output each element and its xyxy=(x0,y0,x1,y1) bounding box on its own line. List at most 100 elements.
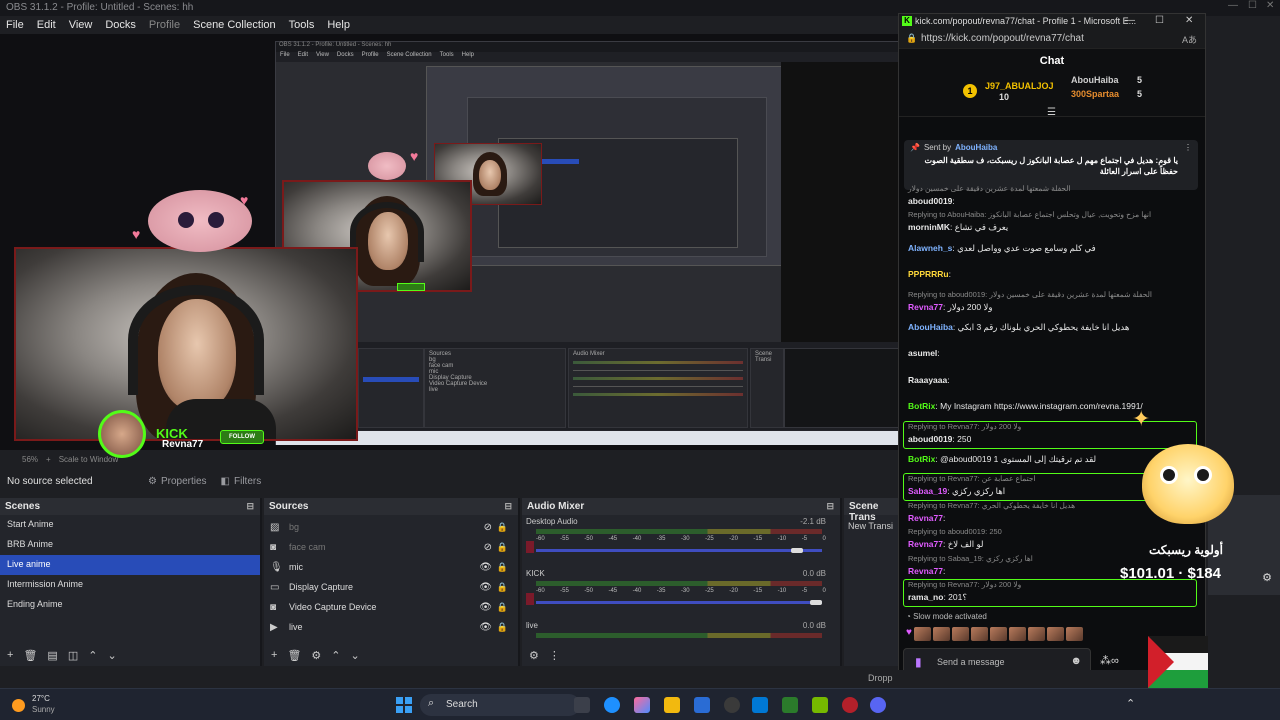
app-icon[interactable] xyxy=(842,697,858,713)
eye-hidden-icon[interactable]: ⊘ xyxy=(484,542,492,553)
heart-emote-icon[interactable]: ♥ xyxy=(906,627,912,641)
windows-start-icon[interactable] xyxy=(396,697,412,713)
menu-view[interactable]: View xyxy=(69,19,93,31)
source-item[interactable]: ▶ live 👁 🔒 xyxy=(264,617,518,637)
source-item[interactable]: ▭ Display Capture 👁 🔒 xyxy=(264,577,518,597)
chat-username[interactable]: Revna77 xyxy=(908,302,943,312)
source-item[interactable]: 🎙 mic 👁 🔒 xyxy=(264,557,518,577)
move-up-icon[interactable]: ⌃ xyxy=(88,649,97,662)
menu-docks[interactable]: Docks xyxy=(105,19,136,31)
tray-chevron-icon[interactable]: ⌃ xyxy=(1126,697,1135,710)
eye-icon[interactable]: 👁 xyxy=(479,602,492,613)
emote[interactable] xyxy=(951,627,969,641)
pinned-sender[interactable]: AbouHaiba xyxy=(955,143,997,152)
chat-username[interactable]: PPPRRRu xyxy=(908,269,949,279)
menu-edit[interactable]: Edit xyxy=(37,19,56,31)
fader-handle[interactable] xyxy=(790,548,803,553)
emote[interactable] xyxy=(989,627,1007,641)
lock-icon[interactable]: 🔒 xyxy=(497,622,508,633)
eye-icon[interactable]: 👁 xyxy=(479,582,492,593)
read-aloud-icon[interactable]: Aあ xyxy=(1182,33,1197,46)
file-explorer-icon[interactable] xyxy=(664,697,680,713)
menu-tools[interactable]: Tools xyxy=(289,19,315,31)
chat-username[interactable]: Alawneh_s xyxy=(908,243,952,253)
store-icon[interactable] xyxy=(694,697,710,713)
move-down-icon[interactable]: ⌄ xyxy=(107,649,116,662)
source-item[interactable]: ◙ Video Capture Device 👁 🔒 xyxy=(264,597,518,617)
mute-icon[interactable] xyxy=(526,541,534,553)
leader-2-name[interactable]: AbouHaiba xyxy=(1071,75,1119,85)
reply-context[interactable]: Replying to aboud0019: 250 xyxy=(908,527,1002,536)
edge-browser-icon[interactable] xyxy=(604,697,620,713)
reply-context[interactable]: Replying to Sabaa_19: اها ركزي ركزي xyxy=(908,554,1033,563)
discord-icon[interactable] xyxy=(870,697,886,713)
reply-context[interactable]: Replying to Revna77: هديل انا خايفة يحطو… xyxy=(908,501,1075,510)
emote[interactable] xyxy=(1046,627,1064,641)
source-item[interactable]: ▨ bg ⊘ 🔒 xyxy=(264,517,518,537)
reply-context[interactable]: Replying to Revna77: ولا 200 دولار xyxy=(908,580,1021,589)
scene-filters-icon[interactable]: ▤ xyxy=(47,649,57,662)
mute-icon[interactable] xyxy=(526,593,534,605)
scene-item[interactable]: Ending Anime xyxy=(0,595,260,615)
leader-3-name[interactable]: 300Spartaa xyxy=(1071,89,1119,99)
minimize-icon[interactable]: — xyxy=(1125,15,1135,26)
leader-1-name[interactable]: J97_ABUALJOJ xyxy=(985,81,1054,91)
scene-item[interactable]: BRB Anime xyxy=(0,535,260,555)
scale-mode[interactable]: Scale to Window xyxy=(59,455,119,464)
reply-context[interactable]: Replying to AbouHaiba: انها مزح وتحويت, … xyxy=(908,210,1151,219)
chat-username[interactable]: aboud0019 xyxy=(908,196,952,206)
remove-scene-icon[interactable]: 🗑 xyxy=(23,649,37,662)
chat-username[interactable]: aboud0019 xyxy=(908,434,952,444)
reply-context[interactable]: Replying to aboud0019: الحفلة شمعتها لمد… xyxy=(908,290,1152,299)
lock-icon[interactable]: 🔒 xyxy=(497,522,508,533)
zoom-plus-icon[interactable]: + xyxy=(46,455,51,464)
scene-item[interactable]: Start Anime xyxy=(0,515,260,535)
chat-username[interactable]: BotRix xyxy=(908,454,935,464)
menu-file[interactable]: File xyxy=(6,19,24,31)
lock-icon[interactable]: 🔒 xyxy=(497,602,508,613)
expand-icon[interactable]: ☰ xyxy=(1047,107,1056,118)
obs-icon[interactable] xyxy=(724,697,740,713)
source-properties-icon[interactable]: ⚙ xyxy=(311,649,321,662)
chat-username[interactable]: Raaayaaa xyxy=(908,375,947,385)
properties-button[interactable]: ⚙ Properties xyxy=(148,476,207,487)
task-view-icon[interactable] xyxy=(574,697,590,713)
taskbar-search[interactable]: ⌕ Search xyxy=(420,694,580,716)
reply-context[interactable]: Replying to Revna77: اجتماع عصابة عن xyxy=(908,474,1036,483)
emote[interactable] xyxy=(1008,627,1026,641)
app-icon[interactable] xyxy=(752,697,768,713)
move-up-icon[interactable]: ⌃ xyxy=(331,649,340,662)
dock-menu-icon[interactable]: ⊟ xyxy=(504,501,512,512)
mixer-menu-icon[interactable]: ⋮ xyxy=(549,649,560,662)
reply-context[interactable]: Replying to Revna77: ولا 200 دولار xyxy=(908,422,1021,431)
fader-handle[interactable] xyxy=(810,600,822,605)
source-item[interactable]: ◙ face cam ⊘ 🔒 xyxy=(264,537,518,557)
emote[interactable] xyxy=(1065,627,1083,641)
emote[interactable] xyxy=(1027,627,1045,641)
zoom-level[interactable]: 56% xyxy=(22,455,38,464)
emote[interactable] xyxy=(970,627,988,641)
chat-username[interactable]: Sabaa_19 xyxy=(908,486,947,496)
lock-icon[interactable]: 🔒 xyxy=(497,562,508,573)
reply-context[interactable]: الحفلة شمعتها لمدة عشرين دقيقة على خمسين… xyxy=(908,184,1071,193)
volume-fader[interactable] xyxy=(536,549,822,552)
filters-button[interactable]: ◧ Filters xyxy=(221,476,262,487)
eye-icon[interactable]: 👁 xyxy=(479,562,492,573)
chat-username[interactable]: Revna77 xyxy=(908,566,943,576)
menu-profile[interactable]: Profile xyxy=(149,19,180,31)
scene-config-icon[interactable]: ◫ xyxy=(68,649,78,662)
menu-help[interactable]: Help xyxy=(327,19,350,31)
pinned-menu-icon[interactable]: ⋮ xyxy=(1184,143,1192,152)
lock-icon[interactable]: 🔒 xyxy=(497,582,508,593)
chat-username[interactable]: AbouHaiba xyxy=(908,322,953,332)
chat-username[interactable]: asumel xyxy=(908,348,937,358)
scene-item[interactable]: Live anime xyxy=(0,555,260,575)
chat-username[interactable]: morninMK xyxy=(908,222,950,232)
advanced-audio-icon[interactable]: ⚙ xyxy=(529,649,539,662)
add-scene-icon[interactable]: + xyxy=(7,649,13,661)
maximize-icon[interactable]: ☐ xyxy=(1155,15,1164,26)
gear-icon[interactable]: ⚙ xyxy=(1262,571,1272,584)
chat-username[interactable]: Revna77 xyxy=(908,539,943,549)
lock-icon[interactable]: 🔒 xyxy=(497,542,508,553)
chat-username[interactable]: BotRix xyxy=(908,401,935,411)
